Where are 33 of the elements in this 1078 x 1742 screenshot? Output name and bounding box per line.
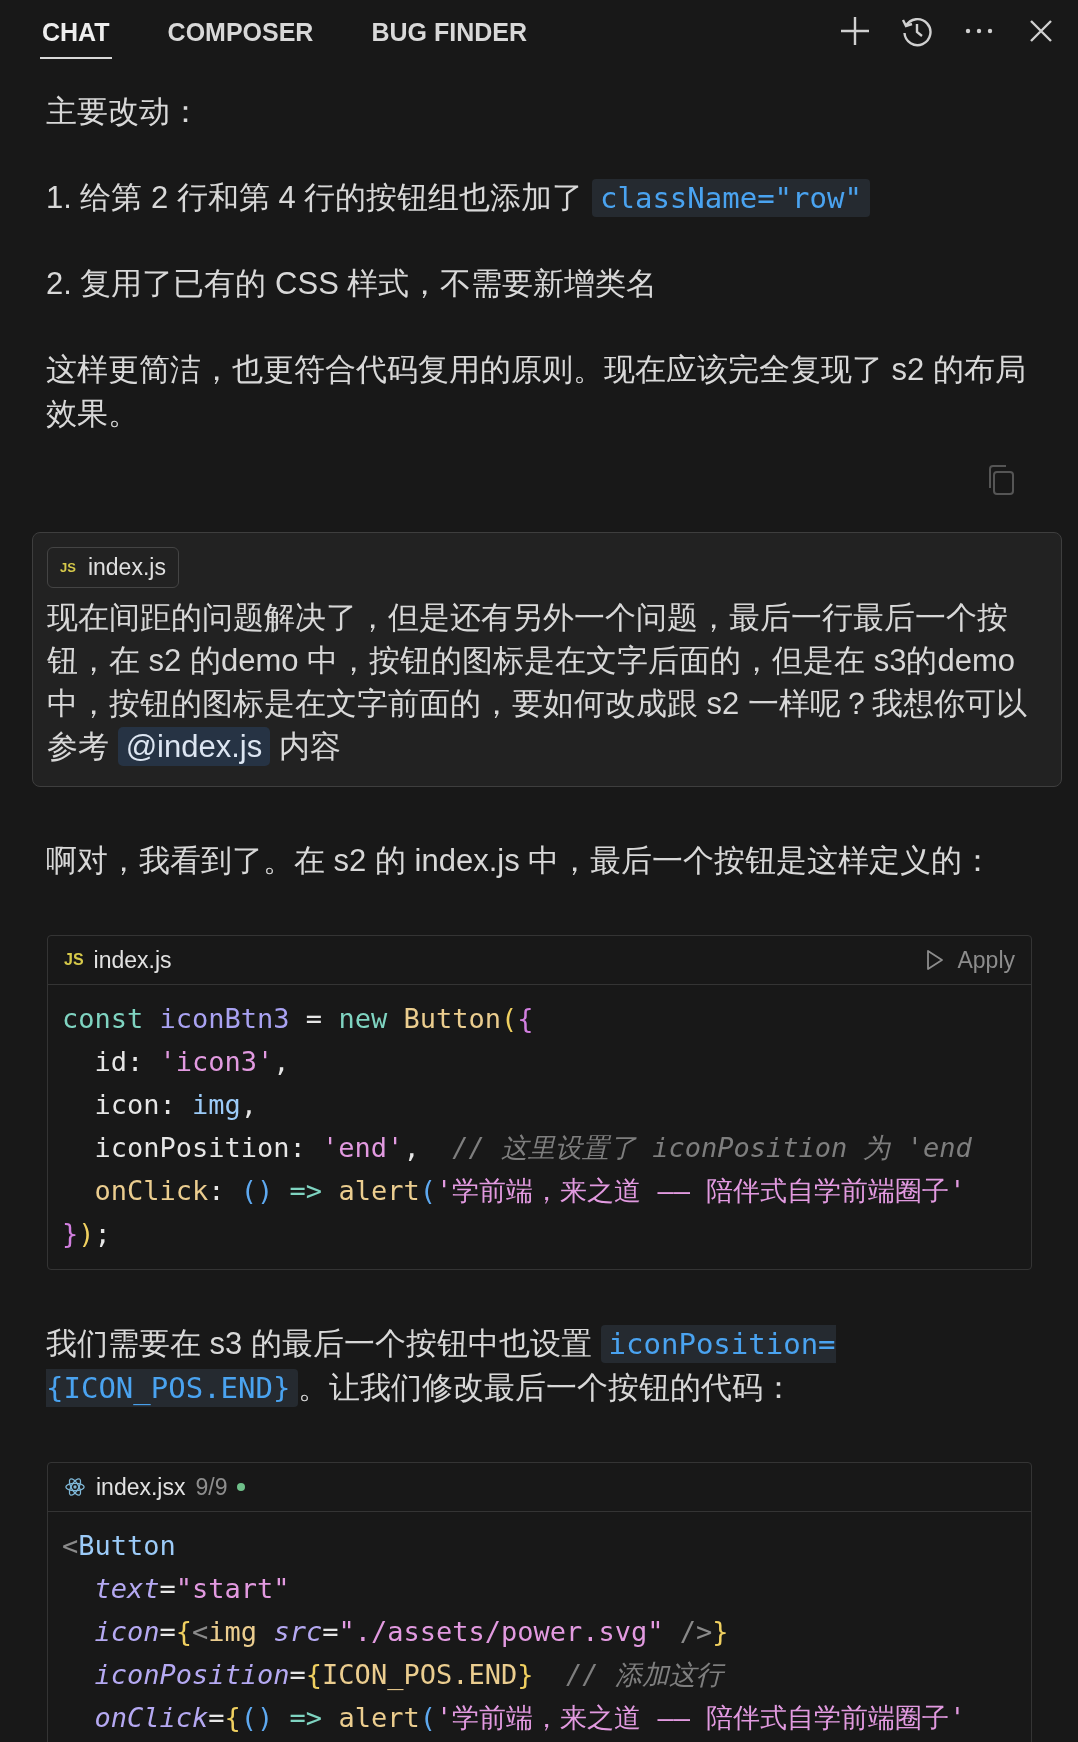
attachment-chip[interactable]: JS index.js (47, 547, 179, 588)
code-line: <Button (62, 1529, 177, 1563)
tab[interactable]: COMPOSER (165, 3, 316, 59)
message-text: 1. 给第 2 行和第 4 行的按钮组也添加了 className="row" (46, 176, 1032, 220)
status-dot-icon (237, 1483, 246, 1491)
file-mention[interactable]: @index.js (117, 727, 271, 766)
tab[interactable]: CHAT (40, 3, 112, 59)
tab[interactable]: BUG FINDER (369, 3, 529, 59)
atom-icon (64, 1476, 86, 1498)
code-line: onClick={() => alert('学前端，来之道 —— 陪伴式自学前端圈子' (93, 1701, 967, 1735)
message-text: 2. 复用了已有的 CSS 样式，不需要新增类名 (46, 265, 659, 303)
message-text: 现在间距的问题解决了，但是还有另外一个问题，最后一行最后一个按钮，在 s2 的demo 中，按钮的图标是在文字后面的，但是在 s3的demo 中，按钮的图标是在文字前面的，要如何改成跟 s2 一样呢？我想你可以参考 @index.js 内容 (47, 599, 1028, 768)
copy-icon[interactable] (986, 464, 1016, 496)
code-line: icon: img, (93, 1088, 259, 1122)
message-text: 这样更简洁，也更符合代码复用的原则。现在应该完全复现了 s2 的布局效果。 (46, 351, 1027, 433)
file-name: index.jsx (96, 1473, 186, 1501)
code-line: text="start" (93, 1572, 291, 1606)
file-name: index.js (93, 946, 172, 974)
message-text: 啊对，我看到了。在 s2 的 index.js 中，最后一个按钮是这样定义的： (46, 842, 995, 880)
message-text: 主要改动： (46, 93, 202, 131)
code-line: iconPosition: 'end', // 这里设置了 iconPosition 为 'end (93, 1131, 973, 1165)
apply-button[interactable]: Apply (925, 946, 1015, 974)
change-count: 9/9 (195, 1473, 228, 1501)
code-line: icon={<img src="./assets/power.svg" />} (93, 1615, 730, 1649)
code-line: onClick: () => alert('学前端，来之道 —— 陪伴式自学前端圈子' (93, 1174, 967, 1208)
message-text: 我们需要在 s3 的最后一个按钮中也设置 iconPosition={ICON_POS.END} 。让我们修改最后一个按钮的代码： (46, 1324, 837, 1409)
code-line: iconPosition={ICON_POS.END} // 添加这行 (62, 1653, 1017, 1696)
js-file-icon: JS (64, 951, 84, 969)
code-line: }); (62, 1217, 112, 1251)
play-icon (925, 949, 946, 971)
code-line: const iconBtn3 = new Button({ (62, 1002, 535, 1036)
code-line: id: 'icon3', (93, 1045, 291, 1079)
plus-icon[interactable] (838, 14, 872, 48)
